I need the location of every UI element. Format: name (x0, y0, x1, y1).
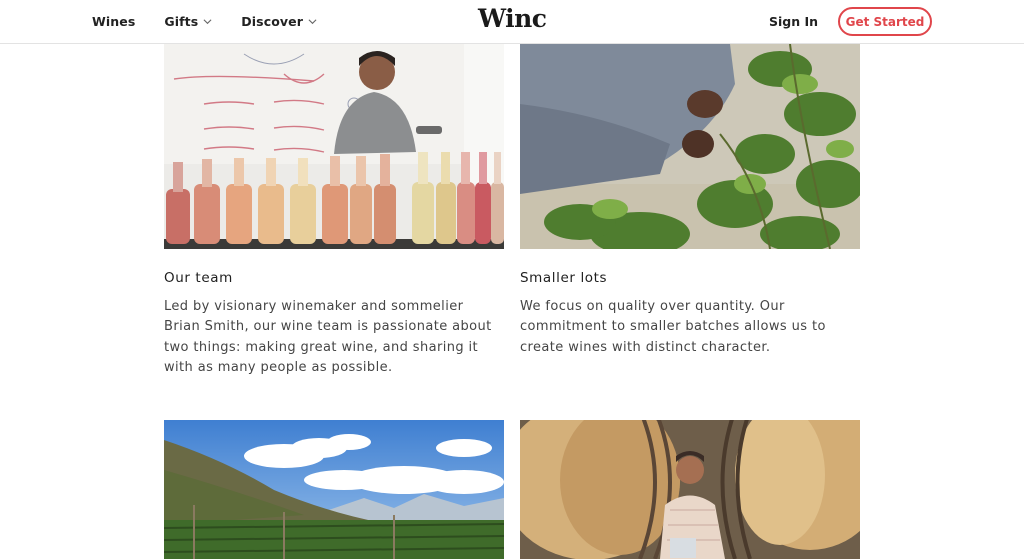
primary-nav: Wines Gifts Discover (92, 0, 346, 43)
feature-body-smaller-lots: We focus on quality over quantity. Our c… (520, 299, 826, 355)
nav-gifts-label: Gifts (164, 14, 199, 29)
sign-in-link[interactable]: Sign In (769, 14, 818, 29)
barrel-cellar-photo (520, 420, 860, 559)
feature-body-our-team: Led by visionary winemaker and sommelier… (164, 299, 492, 376)
top-nav-bar: Wines Gifts Discover Winc Sign In Get St… (0, 0, 1024, 44)
winc-logo[interactable]: Winc (478, 4, 547, 33)
grape-vine-harvest-photo (520, 44, 860, 249)
chevron-down-icon (308, 19, 317, 25)
feature-title-our-team: Our team (164, 270, 233, 286)
get-started-button[interactable]: Get Started (838, 7, 932, 36)
vineyard-mountains-photo (164, 420, 504, 559)
feature-title-smaller-lots: Smaller lots (520, 270, 608, 286)
nav-wines[interactable]: Wines (92, 14, 135, 29)
chevron-down-icon (203, 19, 212, 25)
nav-gifts[interactable]: Gifts (164, 14, 212, 29)
nav-wines-label: Wines (92, 14, 136, 29)
nav-discover[interactable]: Discover (241, 14, 317, 29)
winemaker-with-bottles-photo (164, 44, 504, 249)
nav-discover-label: Discover (241, 14, 303, 29)
